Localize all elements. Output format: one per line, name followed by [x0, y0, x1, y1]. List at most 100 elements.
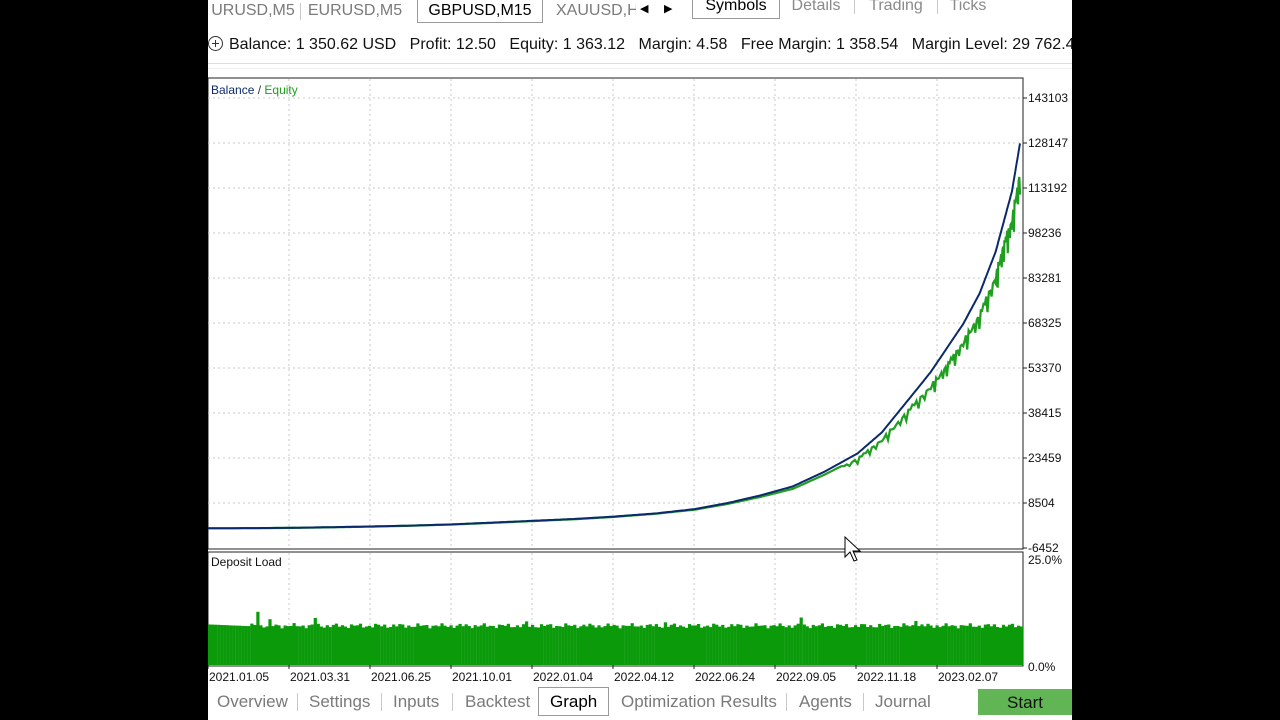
deposit-load-bar [847, 627, 852, 665]
deposit-load-bar [932, 627, 936, 665]
deposit-load-bar [998, 627, 1003, 665]
deposit-load-bar [268, 619, 272, 665]
deposit-load-bar [878, 623, 882, 665]
deposit-load-bar [407, 625, 411, 665]
deposit-load-bar [917, 626, 921, 665]
deposit-load-bar [449, 625, 453, 665]
deposit-load-bar [869, 625, 873, 665]
deposit-load-bar [346, 628, 351, 665]
x-tick-label: 2022.01.04 [533, 670, 593, 684]
deposit-load-bar [745, 625, 749, 665]
start-button[interactable]: Start [978, 689, 1072, 715]
deposit-load-bar [322, 627, 326, 665]
deposit-load-bar [506, 623, 510, 665]
deposit-load-bar [814, 626, 818, 665]
deposit-load-bar [497, 624, 501, 665]
deposit-load-bar [259, 625, 263, 665]
legend-separator: / [254, 83, 264, 97]
deposit-load-bar [688, 624, 692, 665]
tab-agents[interactable]: Agents [799, 690, 852, 714]
tab-separator [452, 693, 453, 711]
deposit-load-bar [630, 623, 634, 665]
deposit-load-bar [968, 623, 972, 665]
deposit-load-bar [386, 627, 390, 665]
deposit-load-bar [488, 625, 492, 665]
deposit-load-bar [295, 626, 299, 665]
deposit-load-bar [838, 624, 843, 665]
deposit-load-bar [549, 624, 553, 665]
deposit-load-bar [313, 617, 317, 665]
deposit-load-bar [657, 626, 661, 665]
deposit-load-bar [709, 627, 713, 665]
deposit-load-bar [253, 625, 257, 665]
deposit-load-bar [552, 627, 556, 665]
y-tick-label: 98236 [1028, 226, 1062, 240]
tab-inputs[interactable]: Inputs [393, 690, 439, 714]
deposit-load-bar [784, 627, 788, 665]
deposit-load-bar [624, 625, 628, 665]
deposit-load-bar [374, 623, 378, 665]
deposit-load-bar [543, 626, 547, 665]
deposit-load-bar [310, 624, 314, 665]
deposit-load-bar [579, 626, 583, 665]
deposit-load-bar [440, 623, 444, 665]
y-tick-label: 113192 [1028, 181, 1067, 195]
deposit-load-bar [1010, 623, 1015, 665]
deposit-load-bar [452, 627, 456, 665]
deposit-load-bar [775, 626, 779, 665]
deposit-load-bar [349, 624, 354, 665]
deposit-load-bar [962, 625, 966, 665]
deposit-load-bar [437, 626, 441, 665]
load-y-tick-top: 25.0% [1028, 553, 1062, 567]
deposit-load-bar [863, 624, 867, 665]
deposit-load-bar [633, 626, 637, 665]
tab-journal[interactable]: Journal [875, 690, 931, 714]
chart-legend: Balance / Equity [211, 83, 298, 97]
deposit-load-bar [304, 628, 308, 665]
deposit-load-bar [947, 626, 951, 665]
deposit-load-bar [531, 624, 535, 665]
y-tick-label: 128147 [1028, 136, 1068, 150]
deposit-load-bar [413, 626, 417, 665]
deposit-load-bar [325, 625, 329, 665]
x-tick-label: 2023.02.07 [938, 670, 998, 684]
deposit-load-bar [576, 628, 580, 665]
deposit-load-bar [778, 623, 782, 665]
deposit-load-bar [844, 624, 849, 665]
deposit-load-bar [681, 626, 686, 665]
deposit-load-bar [567, 625, 571, 665]
deposit-load-bar [944, 623, 948, 665]
deposit-load-bar [561, 627, 565, 665]
deposit-load-bar [621, 625, 625, 665]
deposit-load-bar [757, 625, 761, 665]
deposit-load-bar [232, 625, 236, 665]
deposit-load-bar [684, 627, 689, 665]
deposit-load-bar [395, 626, 399, 665]
tab-graph[interactable]: Graph [538, 687, 610, 716]
tab-backtest[interactable]: Backtest [465, 690, 530, 714]
deposit-load-bar [573, 624, 577, 665]
deposit-load-bar [479, 625, 483, 665]
deposit-load-bar [223, 625, 227, 665]
deposit-load-bar [890, 628, 894, 665]
deposit-load-bar [739, 624, 743, 665]
deposit-load-bar [983, 624, 987, 665]
deposit-load-bar [727, 626, 731, 665]
deposit-load-bar [528, 626, 532, 665]
tab-settings[interactable]: Settings [309, 690, 370, 714]
deposit-load-bar [989, 626, 993, 665]
tab-optimization-results[interactable]: Optimization Results [621, 690, 777, 714]
deposit-load-bar [250, 623, 254, 665]
deposit-load-bar [238, 625, 242, 665]
deposit-load-bar [926, 623, 930, 665]
deposit-load-bar [811, 624, 815, 665]
deposit-load-bar [355, 625, 360, 665]
tab-overview[interactable]: Overview [217, 690, 288, 714]
deposit-load-bar [262, 627, 266, 665]
deposit-load-bar [316, 623, 320, 665]
deposit-load-bar [214, 624, 218, 665]
deposit-load-bar [896, 626, 900, 665]
deposit-load-bar [733, 626, 737, 665]
deposit-load-bar [724, 627, 728, 665]
deposit-load-bar [570, 626, 574, 665]
